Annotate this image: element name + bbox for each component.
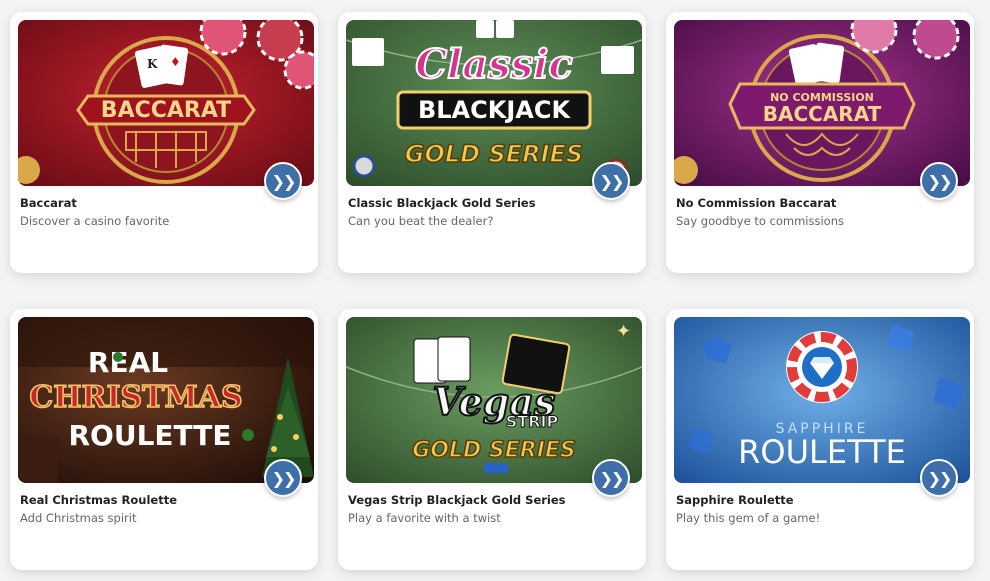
game-title[interactable]: Classic Blackjack Gold Series bbox=[348, 196, 536, 210]
svg-text:♦: ♦ bbox=[170, 55, 181, 69]
game-description: Say goodbye to commissions bbox=[676, 214, 844, 228]
real-logo-text: REAL bbox=[88, 346, 168, 379]
game-description: Can you beat the dealer? bbox=[348, 214, 494, 228]
blackjack-logo-text: BLACKJACK bbox=[418, 96, 571, 124]
game-thumbnail-no-commission-baccarat[interactable]: NO COMMISSION BACCARAT bbox=[674, 20, 970, 186]
game-card-sapphire-roulette[interactable]: SAPPHIRE ROULETTE ❯❯ Sapphire Roulette P… bbox=[666, 309, 974, 570]
baccarat-artwork: K ♦ BACCARAT bbox=[18, 20, 314, 186]
baccarat-logo-text: BACCARAT bbox=[101, 98, 231, 123]
play-double-chevron-icon: ❯❯ bbox=[599, 468, 625, 488]
game-card-baccarat[interactable]: K ♦ BACCARAT ❯❯ Baccarat Discover a casi… bbox=[10, 12, 318, 273]
play-button[interactable]: ❯❯ bbox=[264, 459, 302, 497]
game-thumbnail-baccarat[interactable]: K ♦ BACCARAT bbox=[18, 20, 314, 186]
play-double-chevron-icon: ❯❯ bbox=[271, 171, 297, 191]
game-thumbnail-sapphire-roulette[interactable]: SAPPHIRE ROULETTE bbox=[674, 317, 970, 483]
roulette-logo-text: ROULETTE bbox=[738, 433, 906, 471]
roulette-logo-text: ROULETTE bbox=[68, 419, 231, 452]
svg-text:K: K bbox=[147, 57, 158, 71]
game-description: Play a favorite with a twist bbox=[348, 511, 501, 525]
game-title[interactable]: Vegas Strip Blackjack Gold Series bbox=[348, 493, 566, 507]
play-button[interactable]: ❯❯ bbox=[920, 162, 958, 200]
game-card-classic-blackjack[interactable]: Classic BLACKJACK GOLD SERIES ❯❯ Classic… bbox=[338, 12, 646, 273]
play-double-chevron-icon: ❯❯ bbox=[271, 468, 297, 488]
gold-series-logo-text: GOLD SERIES bbox=[405, 140, 583, 168]
play-button[interactable]: ❯❯ bbox=[592, 162, 630, 200]
game-title[interactable]: Real Christmas Roulette bbox=[20, 493, 177, 507]
game-description: Play this gem of a game! bbox=[676, 511, 821, 525]
game-title[interactable]: No Commission Baccarat bbox=[676, 196, 836, 210]
gold-series-logo-text: GOLD SERIES bbox=[412, 438, 576, 463]
game-description: Add Christmas spirit bbox=[20, 511, 137, 525]
game-card-real-christmas-roulette[interactable]: REAL CHRISTMAS ROULETTE ❯❯ Real Christma… bbox=[10, 309, 318, 570]
play-double-chevron-icon: ❯❯ bbox=[599, 171, 625, 191]
no-commission-baccarat-artwork: NO COMMISSION BACCARAT bbox=[674, 20, 970, 186]
play-button[interactable]: ❯❯ bbox=[592, 459, 630, 497]
play-double-chevron-icon: ❯❯ bbox=[927, 171, 953, 191]
game-title[interactable]: Baccarat bbox=[20, 196, 77, 210]
sparkle-icon: ✦ bbox=[616, 321, 631, 342]
game-title[interactable]: Sapphire Roulette bbox=[676, 493, 794, 507]
game-description: Discover a casino favorite bbox=[20, 214, 170, 228]
game-thumbnail-vegas-strip-blackjack[interactable]: ✦ Vegas STRIP GOLD SERIES bbox=[346, 317, 642, 483]
game-card-vegas-strip-blackjack[interactable]: ✦ Vegas STRIP GOLD SERIES ❯❯ Vegas Strip… bbox=[338, 309, 646, 570]
real-christmas-roulette-artwork: REAL CHRISTMAS ROULETTE bbox=[18, 317, 314, 483]
game-thumbnail-classic-blackjack[interactable]: Classic BLACKJACK GOLD SERIES bbox=[346, 20, 642, 186]
game-card-no-commission-baccarat[interactable]: NO COMMISSION BACCARAT ❯❯ No Commission … bbox=[666, 12, 974, 273]
play-button[interactable]: ❯❯ bbox=[920, 459, 958, 497]
play-button[interactable]: ❯❯ bbox=[264, 162, 302, 200]
sapphire-roulette-artwork: SAPPHIRE ROULETTE bbox=[674, 317, 970, 483]
baccarat-logo-text: BACCARAT bbox=[763, 102, 882, 126]
classic-blackjack-artwork: Classic BLACKJACK GOLD SERIES bbox=[346, 20, 642, 186]
classic-logo-text: Classic bbox=[415, 41, 573, 88]
vegas-strip-blackjack-artwork: ✦ Vegas STRIP GOLD SERIES bbox=[346, 317, 642, 483]
strip-logo-text: STRIP bbox=[506, 412, 559, 431]
game-thumbnail-real-christmas-roulette[interactable]: REAL CHRISTMAS ROULETTE bbox=[18, 317, 314, 483]
play-double-chevron-icon: ❯❯ bbox=[927, 468, 953, 488]
christmas-logo-text: CHRISTMAS bbox=[29, 380, 242, 415]
